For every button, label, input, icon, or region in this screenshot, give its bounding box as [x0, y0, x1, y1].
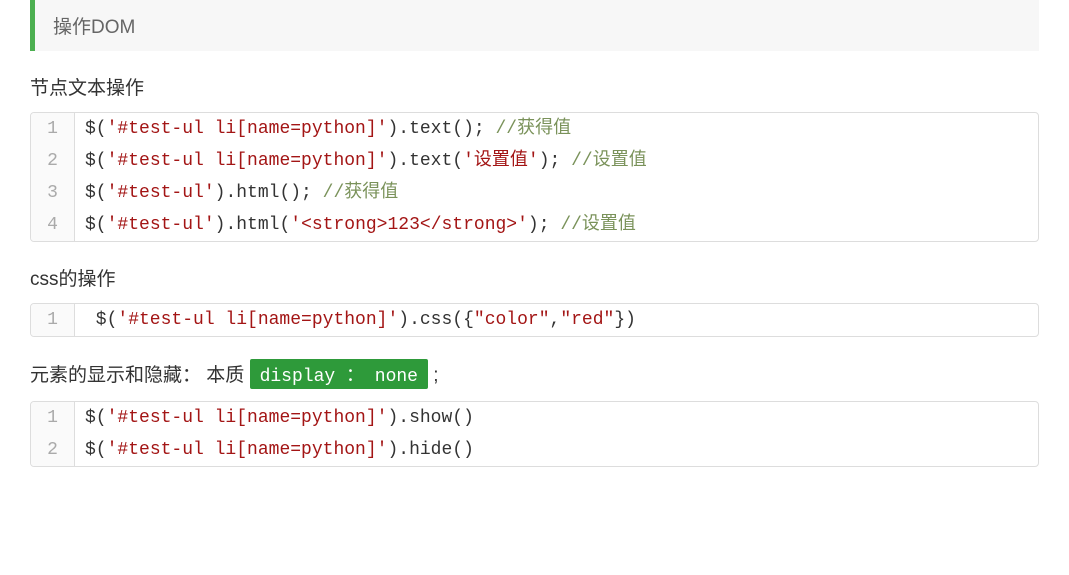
code-content: $('#test-ul li[name=python]').text(); //… — [75, 113, 581, 145]
code-line: 1$('#test-ul li[name=python]').show() — [31, 402, 1038, 434]
section-heading-1: 节点文本操作 — [30, 73, 1039, 100]
code-block-1: 1$('#test-ul li[name=python]').text(); /… — [30, 112, 1039, 242]
token-str: "red" — [560, 310, 614, 330]
token-str: '#test-ul li[name=python]' — [107, 440, 388, 460]
line-number: 1 — [31, 113, 75, 145]
section-heading-3: 元素的显示和隐藏： 本质 display ： none ; — [30, 359, 1039, 389]
code-line: 2$('#test-ul li[name=python]').text('设置值… — [31, 145, 1038, 177]
token-fn: ).hide() — [387, 440, 473, 460]
token-str: '#test-ul li[name=python]' — [107, 151, 388, 171]
token-fn: ).css({ — [398, 310, 474, 330]
token-fn: ); — [528, 215, 560, 235]
code-block-3: 1$('#test-ul li[name=python]').show()2$(… — [30, 401, 1039, 467]
code-line: 4$('#test-ul').html('<strong>123</strong… — [31, 209, 1038, 241]
token-fn: ).text( — [387, 151, 463, 171]
line-number: 3 — [31, 177, 75, 209]
token-str: "color" — [474, 310, 550, 330]
code-line: 3$('#test-ul').html(); //获得值 — [31, 177, 1038, 209]
line-number: 1 — [31, 402, 75, 434]
line-number: 2 — [31, 434, 75, 466]
token-cmt: //获得值 — [323, 183, 399, 203]
blockquote-text: 操作DOM — [53, 17, 135, 38]
token-str: '#test-ul li[name=python]' — [117, 310, 398, 330]
token-fn: $( — [85, 408, 107, 428]
section3-text-before: 元素的显示和隐藏： 本质 — [30, 365, 250, 386]
code-content: $('#test-ul li[name=python]').text('设置值'… — [75, 145, 657, 177]
code-content: $('#test-ul').html(); //获得值 — [75, 177, 408, 209]
token-str: '#test-ul li[name=python]' — [107, 408, 388, 428]
line-number: 4 — [31, 209, 75, 241]
token-fn: ).text(); — [387, 119, 495, 139]
token-fn: $( — [85, 215, 107, 235]
section3-text-after: ; — [433, 365, 438, 386]
token-fn: $( — [85, 183, 107, 203]
token-fn: ); — [539, 151, 571, 171]
token-cmt: //设置值 — [571, 151, 647, 171]
line-number: 1 — [31, 304, 75, 336]
token-fn: ).html(); — [215, 183, 323, 203]
token-fn: }) — [614, 310, 636, 330]
token-str: '#test-ul' — [107, 183, 215, 203]
code-block-2: 1 $('#test-ul li[name=python]').css({"co… — [30, 303, 1039, 337]
inline-code-badge: display ： none — [250, 359, 428, 389]
code-content: $('#test-ul li[name=python]').hide() — [75, 434, 484, 466]
code-line: 1$('#test-ul li[name=python]').text(); /… — [31, 113, 1038, 145]
token-str: '#test-ul li[name=python]' — [107, 119, 388, 139]
token-fn: , — [550, 310, 561, 330]
code-line: 1 $('#test-ul li[name=python]').css({"co… — [31, 304, 1038, 336]
token-fn: ).show() — [387, 408, 473, 428]
code-content: $('#test-ul li[name=python]').css({"colo… — [75, 304, 646, 336]
code-content: $('#test-ul').html('<strong>123</strong>… — [75, 209, 646, 241]
token-fn: $( — [85, 119, 107, 139]
token-str: '设置值' — [463, 151, 539, 171]
token-str: '<strong>123</strong>' — [290, 215, 528, 235]
token-fn: $( — [85, 151, 107, 171]
token-cmt: //设置值 — [560, 215, 636, 235]
blockquote: 操作DOM — [30, 0, 1039, 51]
line-number: 2 — [31, 145, 75, 177]
token-fn: ).html( — [215, 215, 291, 235]
token-cmt: //获得值 — [496, 119, 572, 139]
token-fn: $( — [85, 310, 117, 330]
token-str: '#test-ul' — [107, 215, 215, 235]
code-line: 2$('#test-ul li[name=python]').hide() — [31, 434, 1038, 466]
token-fn: $( — [85, 440, 107, 460]
code-content: $('#test-ul li[name=python]').show() — [75, 402, 484, 434]
section-heading-2: css的操作 — [30, 264, 1039, 291]
